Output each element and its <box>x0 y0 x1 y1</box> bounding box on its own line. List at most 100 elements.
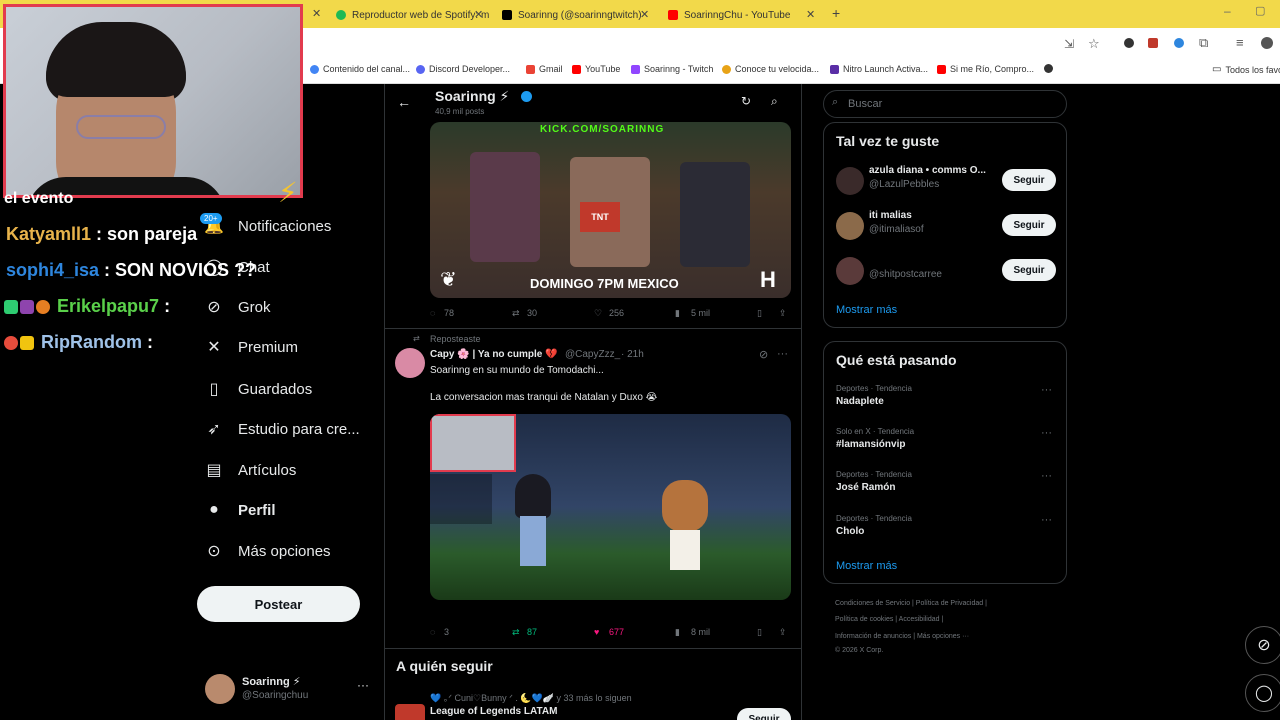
more-icon[interactable]: ··· <box>1041 427 1052 439</box>
bookmark-item[interactable]: Soarinng - Twitch <box>631 64 713 74</box>
suggestion-item[interactable]: azula diana • comms O... @LazulPebbles S… <box>836 163 1056 199</box>
trend-item[interactable]: Deportes · Tendencia Cholo ··· <box>836 514 1056 548</box>
show-more-link[interactable]: Mostrar más <box>836 560 897 572</box>
views-icon[interactable]: ▮ <box>675 627 680 638</box>
tweet-author[interactable]: Capy 🌸 | Ya no cumple 💔 <box>430 349 558 360</box>
reply-count: 78 <box>444 308 455 318</box>
nav-item-notificaciones[interactable]: 🔔 Notificaciones <box>204 211 331 241</box>
bookmark-item[interactable]: Contenido del canal... <box>310 64 410 74</box>
refresh-icon[interactable]: ↻ <box>741 94 751 108</box>
search-input[interactable]: Buscar <box>823 90 1067 118</box>
avatar[interactable] <box>205 674 235 704</box>
more-icon[interactable]: ··· <box>777 348 788 360</box>
twitch-icon <box>631 64 640 74</box>
all-bookmarks[interactable]: ▭ Todos los favo <box>1212 64 1280 75</box>
suggestion-item[interactable]: @shitpostcarree Seguir <box>836 253 1056 289</box>
account-more-icon[interactable]: ··· <box>357 678 369 692</box>
more-icon[interactable]: ··· <box>1041 514 1052 526</box>
trend-context: Deportes · Tendencia <box>836 470 912 479</box>
bookmark-icon[interactable]: ▯ <box>757 627 762 638</box>
tab-youtube[interactable]: SoarinngChu - YouTube <box>660 4 820 26</box>
follow-button[interactable]: Seguir <box>1002 169 1056 191</box>
nav-item-premium[interactable]: ✕ Premium <box>204 332 298 362</box>
tweet-handle[interactable]: @CapyZzz_ <box>565 349 620 360</box>
minimize-icon[interactable]: – <box>1224 4 1231 18</box>
trend-item[interactable]: Deportes · Tendencia José Ramón ··· <box>836 470 1056 504</box>
nav-label: Más opciones <box>238 542 331 560</box>
bookmark-item[interactable]: YouTube <box>572 64 620 74</box>
nav-item-grok[interactable]: ⊘ Grok <box>204 292 271 322</box>
close-icon[interactable]: ✕ <box>806 8 815 21</box>
reply-count: 3 <box>444 627 450 637</box>
new-tab-button[interactable]: + <box>832 5 840 21</box>
reply-icon[interactable]: ◌ <box>430 308 435 318</box>
follow-button[interactable]: Seguir <box>1002 214 1056 236</box>
follow-button[interactable]: Seguir <box>737 708 791 720</box>
retweet-icon[interactable]: ⇄ <box>512 627 520 638</box>
like-icon[interactable]: ♥ <box>594 627 599 637</box>
footer-links[interactable]: Política de cookies | Accesibilidad | <box>835 616 943 623</box>
discord-icon <box>416 64 425 74</box>
suggested-account-name[interactable]: League of Legends LATAM <box>430 706 557 717</box>
tab-title: Reproductor web de Spotify: m <box>352 9 490 21</box>
search-icon[interactable]: ⌕ <box>771 94 778 109</box>
nav-label: Grok <box>238 298 271 316</box>
reply-icon[interactable]: ◌ <box>430 627 435 637</box>
tweet-media[interactable]: KICK.COM/SOARINNG TNT ❦ DOMINGO 7PM MEXI… <box>430 122 791 298</box>
messages-icon[interactable]: ◯ <box>1245 674 1280 712</box>
follow-button[interactable]: Seguir <box>1002 259 1056 281</box>
close-icon[interactable]: ✕ <box>312 7 321 20</box>
bookmark-item[interactable]: Discord Developer... <box>416 64 510 74</box>
trend-context: Deportes · Tendencia <box>836 514 912 523</box>
bookmark-item[interactable]: Conoce tu velocida... <box>722 64 819 74</box>
sub-badge-icon <box>4 336 18 351</box>
media-icon[interactable]: ≡ <box>1236 35 1244 50</box>
trend-item[interactable]: Solo en X · Tendencia #lamansiónvip ··· <box>836 427 1056 461</box>
nav-item-perfil[interactable]: ● Perfil <box>204 495 275 525</box>
extension-icon[interactable] <box>1124 38 1134 48</box>
tab-spotify[interactable]: Reproductor web de Spotify: m <box>328 4 490 26</box>
views-icon[interactable]: ▮ <box>675 308 680 319</box>
tweet-media[interactable] <box>430 414 791 600</box>
nav-item-guardados[interactable]: ▯ Guardados <box>204 374 313 404</box>
share-icon[interactable]: ⇪ <box>779 627 787 638</box>
media-caption-bottom: DOMINGO 7PM MEXICO <box>530 276 679 291</box>
show-more-link[interactable]: Mostrar más <box>836 304 897 316</box>
suggestion-item[interactable]: iti malias @itimaliasof Seguir <box>836 208 1056 244</box>
footer-links[interactable]: Información de anuncios | Más opciones ·… <box>835 633 969 640</box>
nav-item-estudio[interactable]: ➶ Estudio para cre... <box>204 414 359 444</box>
grok-icon[interactable]: ⊘ <box>1245 626 1280 664</box>
share-icon[interactable]: ⇪ <box>779 308 787 319</box>
close-icon[interactable]: ✕ <box>640 8 649 21</box>
bookmark-icon[interactable]: ▯ <box>757 308 762 319</box>
like-icon[interactable]: ♡ <box>594 308 602 319</box>
retweet-icon[interactable]: ⇄ <box>512 308 520 319</box>
grok-icon[interactable]: ⊘ <box>759 348 768 361</box>
nav-label: Premium <box>238 338 299 356</box>
puzzle-icon[interactable]: ⧉ <box>1199 35 1208 51</box>
more-icon[interactable]: ··· <box>1041 470 1052 482</box>
bookmark-item[interactable]: Gmail <box>526 64 563 74</box>
install-icon[interactable]: ⇲ <box>1064 37 1074 51</box>
post-button[interactable]: Postear <box>197 586 360 622</box>
footer-links[interactable]: Condiciones de Servicio | Política de Pr… <box>835 600 987 607</box>
close-icon[interactable]: ✕ <box>474 8 483 21</box>
bookmark-label: Conoce tu velocida... <box>735 64 820 74</box>
bookmark-item[interactable] <box>1044 64 1053 73</box>
extension-icon[interactable] <box>1174 38 1184 48</box>
more-icon[interactable]: ··· <box>1041 384 1052 396</box>
avatar[interactable] <box>395 704 425 720</box>
tab-twitch[interactable]: Soarinng (@soarinngtwitch) | T <box>494 4 644 26</box>
sub-badge-icon <box>36 300 50 315</box>
nav-item-mas-opciones[interactable]: ⊙ Más opciones <box>204 536 331 566</box>
bookmark-item[interactable]: Si me Río, Compro... <box>937 64 1034 74</box>
maximize-icon[interactable]: ▢ <box>1255 4 1265 17</box>
back-arrow-icon[interactable]: ← <box>397 94 411 110</box>
profile-icon[interactable] <box>1261 37 1273 49</box>
extension-icon[interactable] <box>1148 38 1158 48</box>
trend-item[interactable]: Deportes · Tendencia Nadaplete ··· <box>836 384 1056 418</box>
avatar[interactable] <box>395 348 425 378</box>
nav-item-articulos[interactable]: ▤ Artículos <box>204 455 296 485</box>
bookmark-item[interactable]: Nitro Launch Activa... <box>830 64 928 74</box>
star-icon[interactable]: ☆ <box>1088 36 1100 52</box>
